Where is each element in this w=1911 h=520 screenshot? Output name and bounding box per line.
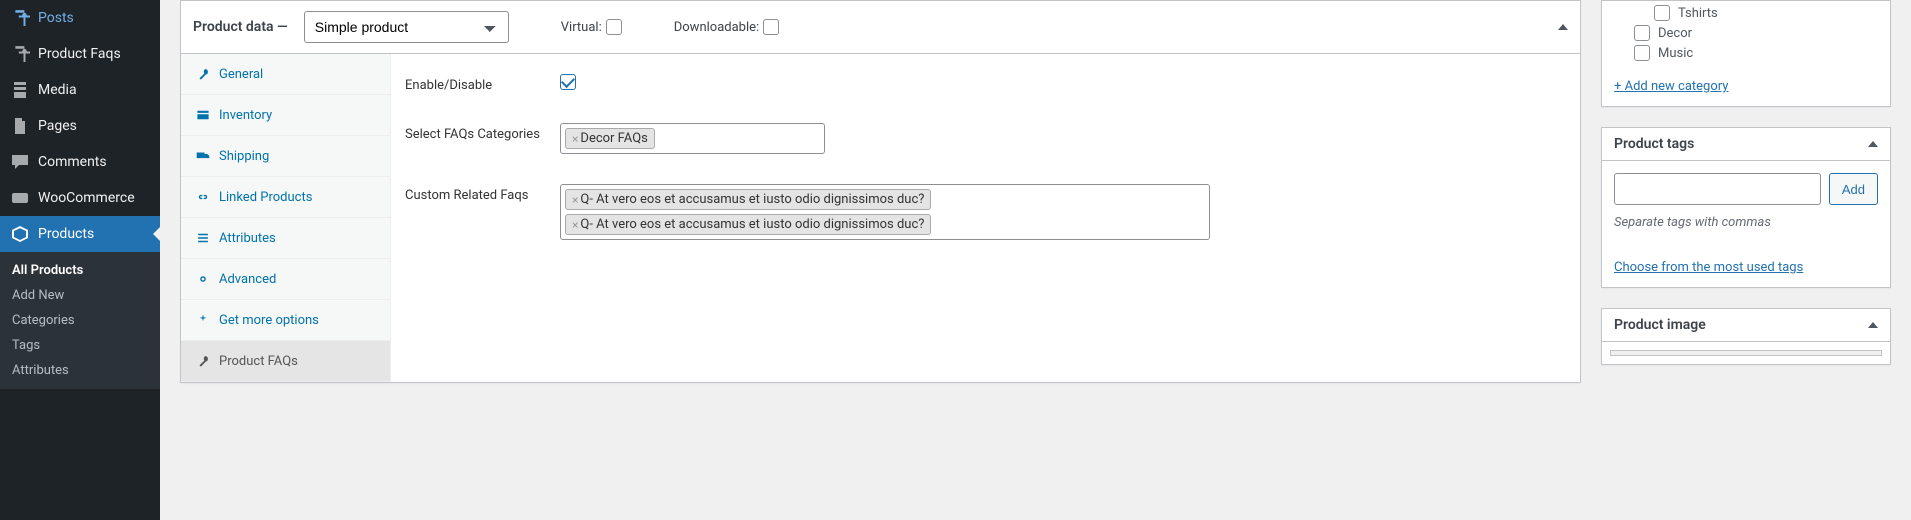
panel-title: Product image [1614, 317, 1706, 333]
tag-input[interactable] [1614, 173, 1821, 205]
chip-decor-faqs: × Decor FAQs [565, 128, 655, 149]
sidebar-item-comments[interactable]: Comments [0, 144, 160, 180]
sidebar-item-products[interactable]: Products [0, 216, 160, 252]
sidebar-item-media[interactable]: Media [0, 72, 160, 108]
tab-label: Product FAQs [219, 354, 298, 369]
choose-most-used-tags-link[interactable]: Choose from the most used tags [1614, 260, 1803, 275]
faqs-categories-input[interactable]: × Decor FAQs [560, 123, 825, 154]
product-data-header: Product data — Simple product Virtual: D… [181, 1, 1580, 54]
product-data-panel: Product data — Simple product Virtual: D… [180, 0, 1581, 383]
comment-icon [10, 152, 30, 172]
page-icon [10, 116, 30, 136]
wrench-icon [195, 353, 211, 369]
tab-shipping[interactable]: Shipping [181, 136, 390, 177]
list-icon [195, 230, 211, 246]
category-row-decor: Decor [1634, 25, 1878, 41]
downloadable-checkbox-label: Downloadable: [674, 19, 779, 35]
category-checkbox-music[interactable] [1634, 45, 1650, 61]
category-row-tshirts: Tshirts [1654, 5, 1878, 21]
product-type-select[interactable]: Simple product [304, 11, 509, 43]
tab-label: Linked Products [219, 190, 312, 205]
enable-disable-label: Enable/Disable [405, 74, 560, 93]
truck-icon [195, 148, 211, 164]
sidebar-submenu: All Products Add New Categories Tags Att… [0, 252, 160, 389]
tab-advanced[interactable]: Advanced [181, 259, 390, 300]
custom-related-faqs-label: Custom Related Faqs [405, 184, 560, 203]
gear-icon [195, 271, 211, 287]
sidebar-item-label: Products [38, 226, 94, 242]
category-checkbox-decor[interactable] [1634, 25, 1650, 41]
tab-get-more-options[interactable]: Get more options [181, 300, 390, 341]
virtual-checkbox-label: Virtual: [561, 19, 622, 35]
sidebar-item-label: Posts [38, 10, 74, 26]
enable-disable-checkbox[interactable] [560, 74, 576, 90]
pin-icon [10, 44, 30, 64]
tab-label: Inventory [219, 108, 272, 123]
product-image-panel: Product image [1601, 308, 1891, 365]
tab-linked-products[interactable]: Linked Products [181, 177, 390, 218]
image-placeholder[interactable] [1610, 350, 1882, 356]
tab-general[interactable]: General [181, 54, 390, 95]
sidebar-item-label: Comments [38, 154, 107, 170]
products-icon [10, 224, 30, 244]
collapse-toggle-icon[interactable] [1868, 141, 1878, 147]
tab-product-faqs[interactable]: Product FAQs [181, 341, 390, 382]
inventory-icon [195, 107, 211, 123]
sparkle-icon [195, 312, 211, 328]
submenu-item-all-products[interactable]: All Products [0, 258, 160, 283]
category-label: Music [1658, 46, 1693, 61]
product-data-tabs: General Inventory Shipping Linked P [181, 54, 391, 382]
submenu-item-tags[interactable]: Tags [0, 333, 160, 358]
category-checkbox-tshirts[interactable] [1654, 5, 1670, 21]
remove-chip-icon[interactable]: × [572, 218, 578, 232]
admin-sidebar: Posts Product Faqs Media Pages Comments … [0, 0, 160, 520]
downloadable-checkbox[interactable] [763, 19, 779, 35]
tab-label: Attributes [219, 231, 276, 246]
tab-label: Shipping [219, 149, 269, 164]
sidebar-item-label: Pages [38, 118, 77, 134]
collapse-toggle-icon[interactable] [1558, 24, 1568, 30]
select-faqs-categories-label: Select FAQs Categories [405, 123, 560, 142]
sidebar-item-label: WooCommerce [38, 190, 135, 206]
virtual-checkbox[interactable] [606, 19, 622, 35]
chip-custom-faq-1: × Q- At vero eos et accusamus et iusto o… [565, 189, 931, 210]
sidebar-item-pages[interactable]: Pages [0, 108, 160, 144]
wrench-icon [195, 66, 211, 82]
submenu-item-add-new[interactable]: Add New [0, 283, 160, 308]
sidebar-item-label: Media [38, 82, 77, 98]
tab-inventory[interactable]: Inventory [181, 95, 390, 136]
panel-title: Product tags [1614, 136, 1694, 152]
tab-label: Get more options [219, 313, 319, 328]
category-label: Decor [1658, 26, 1692, 41]
sidebar-item-woocommerce[interactable]: WooCommerce [0, 180, 160, 216]
tab-label: General [219, 67, 263, 82]
category-row-music: Music [1634, 45, 1878, 61]
remove-chip-icon[interactable]: × [572, 132, 578, 146]
category-label: Tshirts [1678, 6, 1718, 21]
product-data-label: Product data — [193, 19, 288, 35]
woocommerce-icon [10, 188, 30, 208]
add-new-category-link[interactable]: + Add new category [1614, 79, 1728, 94]
sidebar-item-posts[interactable]: Posts [0, 0, 160, 36]
pin-icon [10, 8, 30, 28]
submenu-item-categories[interactable]: Categories [0, 308, 160, 333]
custom-related-faqs-input[interactable]: × Q- At vero eos et accusamus et iusto o… [560, 184, 1210, 240]
add-tag-button[interactable]: Add [1829, 173, 1878, 205]
sidebar-item-label: Product Faqs [38, 46, 121, 62]
tags-help-text: Separate tags with commas [1614, 215, 1878, 230]
tab-label: Advanced [219, 272, 276, 287]
collapse-toggle-icon[interactable] [1868, 322, 1878, 328]
tab-attributes[interactable]: Attributes [181, 218, 390, 259]
chip-custom-faq-2: × Q- At vero eos et accusamus et iusto o… [565, 214, 931, 235]
submenu-item-attributes[interactable]: Attributes [0, 358, 160, 383]
product-faqs-content: Enable/Disable Select FAQs Categories × [391, 54, 1580, 382]
remove-chip-icon[interactable]: × [572, 193, 578, 207]
product-categories-panel: Tshirts Decor Music + Add new category [1601, 0, 1891, 107]
sidebar-item-product-faqs[interactable]: Product Faqs [0, 36, 160, 72]
product-tags-panel: Product tags Add Separate tags with comm… [1601, 127, 1891, 288]
link-icon [195, 189, 211, 205]
media-icon [10, 80, 30, 100]
